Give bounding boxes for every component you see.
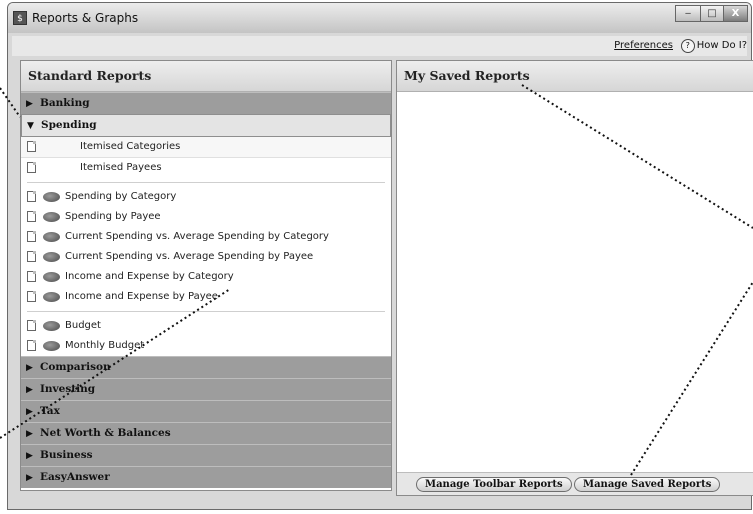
collapsed-arrow-icon: ▶ [26, 429, 33, 439]
divider [27, 182, 385, 183]
group-net-worth[interactable]: ▶ Net Worth & Balances [21, 422, 391, 444]
group-banking[interactable]: ▶ Banking [21, 92, 391, 114]
group-label: Business [40, 449, 93, 461]
group-tax[interactable]: ▶ Tax [21, 400, 391, 422]
group-label: Tax [40, 405, 60, 417]
document-icon [27, 291, 36, 302]
report-income-expense-category[interactable]: Income and Expense by Category [21, 267, 391, 287]
report-income-expense-payee[interactable]: Income and Expense by Payee [21, 287, 391, 307]
document-icon [27, 231, 36, 242]
report-itemised-categories[interactable]: Itemised Categories [21, 137, 391, 158]
how-do-i-link[interactable]: ? How Do I? [680, 39, 747, 53]
group-label: Spending [41, 119, 97, 131]
group-business[interactable]: ▶ Business [21, 444, 391, 466]
graph-icon [43, 212, 60, 222]
report-label: Itemised Payees [80, 162, 162, 173]
graph-icon [43, 192, 60, 202]
report-label: Itemised Categories [80, 141, 181, 152]
graph-icon [43, 341, 60, 351]
document-icon [27, 320, 36, 331]
group-label: Investing [40, 383, 96, 395]
saved-reports-actions: Manage Toolbar Reports Manage Saved Repo… [397, 472, 753, 495]
graph-icon [43, 252, 60, 262]
help-icon: ? [680, 39, 695, 53]
report-itemised-payees[interactable]: Itemised Payees [21, 158, 391, 178]
report-label: Budget [65, 320, 101, 331]
collapsed-arrow-icon: ▶ [26, 407, 33, 417]
collapsed-arrow-icon: ▶ [26, 473, 33, 483]
document-icon [27, 191, 36, 202]
document-icon [27, 141, 36, 152]
divider [27, 311, 385, 312]
document-icon [27, 211, 36, 222]
close-button[interactable]: X [723, 5, 748, 22]
report-spending-by-payee[interactable]: Spending by Payee [21, 207, 391, 227]
report-label: Current Spending vs. Average Spending by… [65, 231, 329, 242]
graph-icon [43, 272, 60, 282]
collapsed-arrow-icon: ▶ [26, 385, 33, 395]
report-label: Current Spending vs. Average Spending by… [65, 251, 314, 262]
document-icon [27, 271, 36, 282]
app-icon: $ [13, 11, 27, 25]
group-label: Banking [40, 97, 90, 109]
standard-reports-panel: Standard Reports ▶ Banking ▼ Spending Item… [20, 60, 392, 491]
collapsed-arrow-icon: ▶ [26, 451, 33, 461]
group-label: Net Worth & Balances [40, 427, 171, 439]
title-bar: $ Reports & Graphs ‒ □ X [8, 3, 751, 33]
report-monthly-budget[interactable]: Monthly Budget [21, 336, 391, 356]
report-label: Spending by Payee [65, 211, 161, 222]
report-label: Income and Expense by Category [65, 271, 234, 282]
group-easyanswer[interactable]: ▶ EasyAnswer [21, 466, 391, 488]
preferences-link[interactable]: Preferences [614, 40, 673, 51]
collapsed-arrow-icon: ▶ [26, 363, 33, 373]
minimize-button[interactable]: ‒ [675, 5, 701, 22]
toolbar: Preferences ? How Do I? [12, 36, 747, 56]
manage-saved-reports-button[interactable]: Manage Saved Reports [574, 477, 721, 492]
report-current-vs-average-category[interactable]: Current Spending vs. Average Spending by… [21, 227, 391, 247]
graph-icon [43, 321, 60, 331]
preferences-label: Preferences [614, 40, 673, 51]
graph-icon [43, 232, 60, 242]
document-icon [27, 251, 36, 262]
report-label: Monthly Budget [65, 340, 145, 351]
saved-reports-title: My Saved Reports [397, 61, 753, 92]
group-investing[interactable]: ▶ Investing [21, 378, 391, 400]
group-label: Comparison [40, 361, 111, 373]
manage-toolbar-reports-button[interactable]: Manage Toolbar Reports [416, 477, 572, 492]
document-icon [27, 162, 36, 173]
report-label: Spending by Category [65, 191, 177, 202]
report-budget[interactable]: Budget [21, 316, 391, 336]
how-do-i-label: How Do I? [696, 40, 747, 51]
document-icon [27, 340, 36, 351]
report-current-vs-average-payee[interactable]: Current Spending vs. Average Spending by… [21, 247, 391, 267]
saved-reports-panel: My Saved Reports Manage Toolbar Reports … [396, 60, 753, 496]
report-spending-by-category[interactable]: Spending by Category [21, 187, 391, 207]
standard-reports-title: Standard Reports [21, 61, 391, 92]
window-title: Reports & Graphs [32, 11, 139, 25]
maximize-button[interactable]: □ [700, 5, 724, 22]
collapsed-arrow-icon: ▶ [26, 99, 33, 109]
graph-icon [43, 292, 60, 302]
report-label: Income and Expense by Payee [65, 291, 218, 302]
group-comparison[interactable]: ▶ Comparison [21, 356, 391, 378]
group-spending[interactable]: ▼ Spending [21, 114, 391, 137]
group-label: EasyAnswer [40, 471, 110, 483]
expanded-arrow-icon: ▼ [27, 121, 34, 131]
reports-window: $ Reports & Graphs ‒ □ X Preferences ? Ho… [7, 2, 753, 510]
